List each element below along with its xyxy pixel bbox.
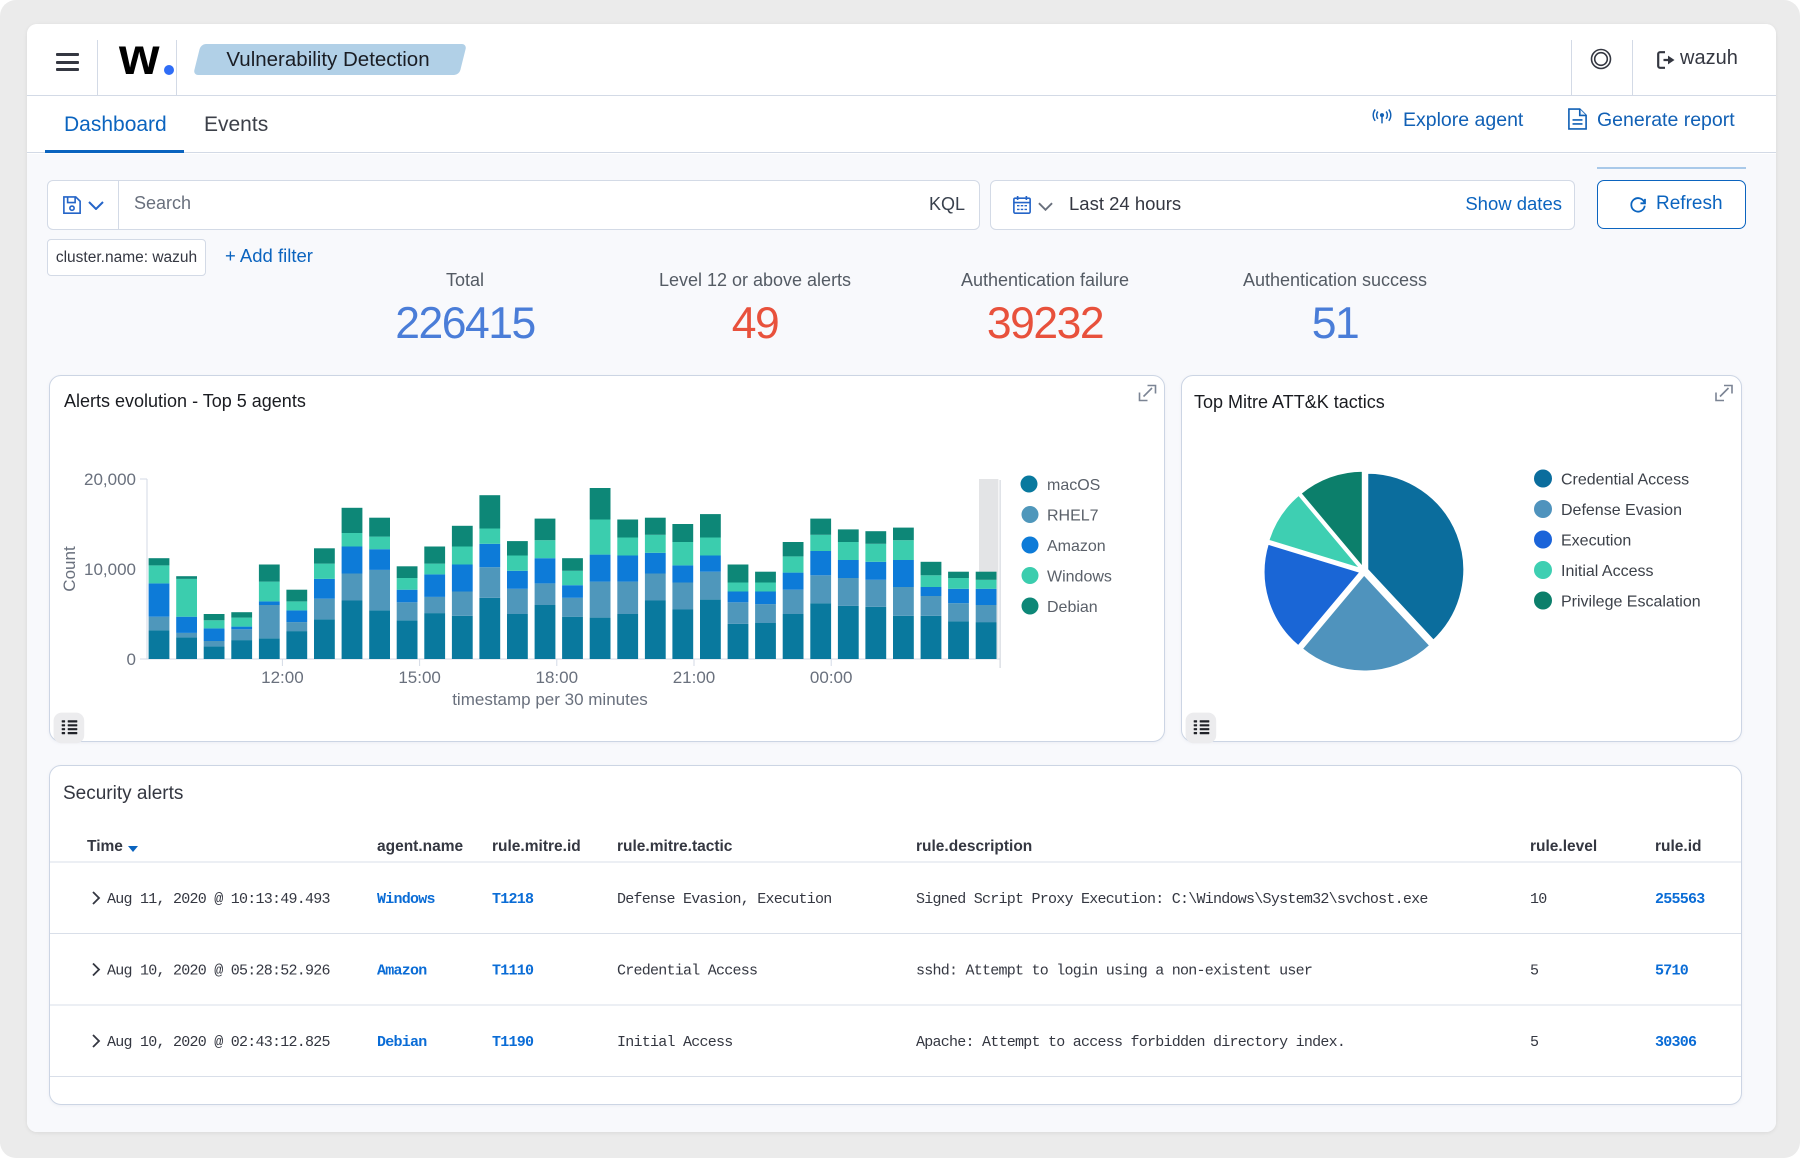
svg-text:T1218: T1218 (492, 891, 534, 908)
svg-text:Windows: Windows (1047, 569, 1112, 586)
svg-text:Security alerts: Security alerts (63, 783, 183, 804)
svg-text:T1190: T1190 (492, 1034, 534, 1051)
svg-text:rule.id: rule.id (1655, 838, 1702, 855)
svg-text:Aug 10, 2020 @ 02:43:12.825: Aug 10, 2020 @ 02:43:12.825 (107, 1034, 331, 1051)
svg-text:Amazon: Amazon (377, 963, 427, 980)
svg-text:Debian: Debian (377, 1034, 427, 1051)
svg-text:Credential Access: Credential Access (617, 963, 757, 980)
svg-text:0: 0 (127, 650, 136, 669)
svg-text:Windows: Windows (377, 891, 436, 908)
svg-text:Initial Access: Initial Access (617, 1034, 733, 1051)
svg-text:12:00: 12:00 (261, 668, 304, 687)
svg-text:Amazon: Amazon (1047, 538, 1106, 555)
svg-text:Debian: Debian (1047, 599, 1098, 616)
svg-text:10,000: 10,000 (84, 560, 136, 579)
svg-text:rule.level: rule.level (1530, 838, 1597, 855)
svg-text:20,000: 20,000 (84, 470, 136, 489)
svg-text:Top Mitre ATT&K tactics: Top Mitre ATT&K tactics (1194, 392, 1385, 412)
svg-text:Signed Script Proxy Execution:: Signed Script Proxy Execution: C:\Window… (916, 891, 1428, 908)
svg-text:timestamp per 30 minutes: timestamp per 30 minutes (452, 690, 648, 709)
svg-text:RHEL7: RHEL7 (1047, 508, 1099, 525)
svg-text:Alerts evolution - Top 5 agent: Alerts evolution - Top 5 agents (64, 391, 306, 411)
svg-text:rule.description: rule.description (916, 838, 1032, 855)
svg-text:Aug 10, 2020 @ 05:28:52.926: Aug 10, 2020 @ 05:28:52.926 (107, 963, 331, 980)
svg-text:5: 5 (1530, 1034, 1539, 1051)
svg-text:Defense Evasion, Execution: Defense Evasion, Execution (617, 891, 832, 908)
svg-text:rule.mitre.id: rule.mitre.id (492, 838, 581, 855)
svg-text:Credential Access: Credential Access (1561, 472, 1689, 489)
svg-text:18:00: 18:00 (536, 668, 579, 687)
svg-text:Aug 11, 2020 @ 10:13:49.493: Aug 11, 2020 @ 10:13:49.493 (107, 891, 331, 908)
svg-text:15:00: 15:00 (398, 668, 441, 687)
svg-text:Execution: Execution (1561, 533, 1631, 550)
svg-text:Time: Time (87, 838, 123, 855)
svg-text:30306: 30306 (1655, 1034, 1697, 1051)
svg-text:255563: 255563 (1655, 891, 1705, 908)
svg-text:T1110: T1110 (492, 963, 534, 980)
svg-text:agent.name: agent.name (377, 838, 464, 855)
svg-text:sshd: Attempt to login using a: sshd: Attempt to login using a non-exist… (916, 963, 1312, 980)
svg-text:Count: Count (60, 546, 79, 592)
svg-text:21:00: 21:00 (673, 668, 716, 687)
svg-text:Initial Access: Initial Access (1561, 563, 1653, 580)
svg-text:Apache: Attempt to access forb: Apache: Attempt to access forbidden dire… (916, 1034, 1345, 1051)
svg-text:00:00: 00:00 (810, 668, 853, 687)
svg-text:Privilege Escalation: Privilege Escalation (1561, 594, 1701, 611)
svg-text:5: 5 (1530, 963, 1539, 980)
svg-text:5710: 5710 (1655, 963, 1689, 980)
svg-text:10: 10 (1530, 891, 1547, 908)
svg-text:rule.mitre.tactic: rule.mitre.tactic (617, 838, 733, 855)
svg-text:Defense Evasion: Defense Evasion (1561, 502, 1682, 519)
svg-text:macOS: macOS (1047, 477, 1100, 494)
